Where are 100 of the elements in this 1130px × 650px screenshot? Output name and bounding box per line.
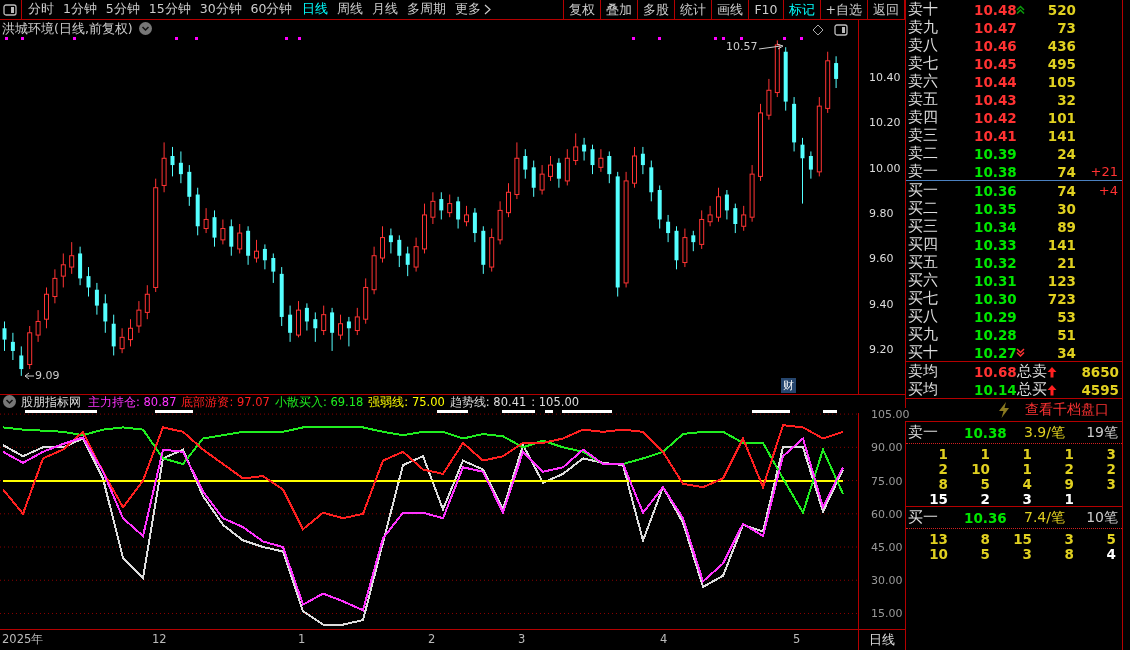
- queue-cell-text: 1: [979, 446, 990, 461]
- toolbar-button[interactable]: 多股: [638, 0, 676, 19]
- candle: [279, 266, 284, 327]
- period-tab[interactable]: 30分钟: [199, 1, 242, 18]
- price-value: 10.41: [974, 127, 1014, 144]
- period-tab[interactable]: 分时: [27, 1, 54, 18]
- candle: [523, 148, 528, 180]
- period-tab[interactable]: 日线: [301, 1, 328, 18]
- toolbar-button[interactable]: 画线: [712, 0, 750, 19]
- axis-label: 45.00: [871, 541, 903, 554]
- queue-cell-text: 1: [1063, 446, 1074, 461]
- toolbar-button[interactable]: F10: [749, 0, 784, 19]
- axis-label: 9.20: [869, 342, 894, 356]
- order-count: 19笔: [1085, 423, 1119, 442]
- level-label: 买十: [908, 343, 939, 362]
- price-value: 10.48: [974, 1, 1014, 18]
- volume-value: 32: [1056, 91, 1076, 108]
- depth-link[interactable]: 查看千档盘口: [1025, 401, 1109, 419]
- candle: [321, 305, 327, 336]
- candle: [187, 164, 192, 207]
- queue-cell-text: 5: [1105, 531, 1116, 546]
- level-label: 卖一: [908, 162, 939, 181]
- toolbar-button[interactable]: 标记: [783, 0, 821, 19]
- legend-value: : 69.18: [322, 395, 364, 409]
- candle: [607, 150, 612, 184]
- more-menu[interactable]: 更多: [454, 1, 491, 18]
- queue-cell-text: 5: [979, 476, 990, 491]
- candle: [464, 205, 469, 227]
- signal-bar: [752, 410, 790, 413]
- total-value: 4595: [1080, 381, 1120, 398]
- axis-label: 9.40: [869, 297, 894, 311]
- candle: [296, 300, 301, 338]
- chevron-down-icon[interactable]: [3, 395, 16, 408]
- volume-value: 74: [1056, 163, 1076, 180]
- queue-cell-text: 1: [1021, 461, 1032, 476]
- volume-value: 51: [1056, 326, 1076, 343]
- axis-label: 12: [152, 632, 167, 646]
- layout-toggle-button[interactable]: [0, 0, 22, 19]
- period-tab[interactable]: 月线: [371, 1, 398, 18]
- volume-value: 101: [1046, 109, 1076, 126]
- candle: [237, 223, 243, 254]
- candle: [472, 207, 477, 243]
- volume-value: 73: [1056, 19, 1076, 36]
- period-tab[interactable]: 多周期: [406, 1, 446, 18]
- queue-cell-text: 8: [1063, 546, 1074, 561]
- toolbar-button[interactable]: +自选: [820, 0, 868, 19]
- indicator-name: 股朋指标网: [21, 395, 81, 409]
- candle: [413, 237, 419, 273]
- axis-label: 10.20: [869, 116, 901, 130]
- toolbar-button[interactable]: 复权: [564, 0, 602, 19]
- period-tab[interactable]: 15分钟: [148, 1, 191, 18]
- candle: [774, 39, 780, 98]
- candle: [733, 203, 738, 234]
- candle: [52, 268, 58, 304]
- period-label: 日线: [868, 631, 895, 649]
- legend-value: : 80.87: [136, 395, 177, 409]
- period-tab[interactable]: 60分钟: [250, 1, 293, 18]
- toolbar-button[interactable]: 统计: [675, 0, 713, 19]
- candle: [10, 332, 15, 361]
- queue-label: 卖一: [908, 423, 939, 442]
- volume-value: 34: [1056, 344, 1076, 361]
- news-badge[interactable]: 财: [781, 378, 796, 393]
- total-label: 总卖: [1017, 362, 1047, 381]
- candle: [128, 318, 133, 347]
- level-label: 卖二: [908, 144, 939, 163]
- queue-cell-text: 8: [979, 531, 990, 546]
- level-label: 卖七: [908, 54, 939, 73]
- price-value: 10.14: [974, 381, 1017, 398]
- queue-cell-text: 13: [928, 531, 948, 546]
- double-up-arrow-icon[interactable]: [1016, 5, 1025, 14]
- signal-bar: [25, 410, 97, 413]
- chevron-right-icon: [483, 4, 491, 15]
- diamond-icon[interactable]: [812, 24, 824, 36]
- queue-cell-text: 4: [1105, 546, 1116, 561]
- axis-label: 10.00: [869, 161, 901, 175]
- signal-bar: [823, 410, 837, 413]
- candle: [506, 182, 511, 218]
- candle: [94, 282, 99, 316]
- volume-value: 24: [1056, 145, 1076, 162]
- period-tab[interactable]: 5分钟: [105, 1, 140, 18]
- candle: [103, 293, 108, 334]
- candle: [422, 203, 427, 254]
- double-down-arrow-icon[interactable]: [1016, 348, 1025, 357]
- candle: [60, 252, 66, 288]
- queue-label: 买一: [908, 508, 939, 527]
- candle: [86, 266, 91, 298]
- period-tab[interactable]: 周线: [336, 1, 363, 18]
- toolbar-button[interactable]: 叠加: [601, 0, 639, 19]
- toolbar-button[interactable]: 返回: [868, 0, 905, 19]
- chevron-down-icon[interactable]: [138, 22, 152, 35]
- candle: [380, 225, 385, 264]
- queue-cell-text: 4: [1021, 476, 1032, 491]
- candle: [111, 314, 116, 356]
- lightning-icon: [998, 402, 1010, 418]
- legend-label: 小散买入: [274, 395, 323, 409]
- panel-icon[interactable]: [834, 24, 848, 36]
- queue-cell-text: 10: [928, 546, 948, 561]
- candle: [346, 316, 351, 347]
- queue-cell-text: 3: [1021, 546, 1032, 561]
- period-tab[interactable]: 1分钟: [62, 1, 97, 18]
